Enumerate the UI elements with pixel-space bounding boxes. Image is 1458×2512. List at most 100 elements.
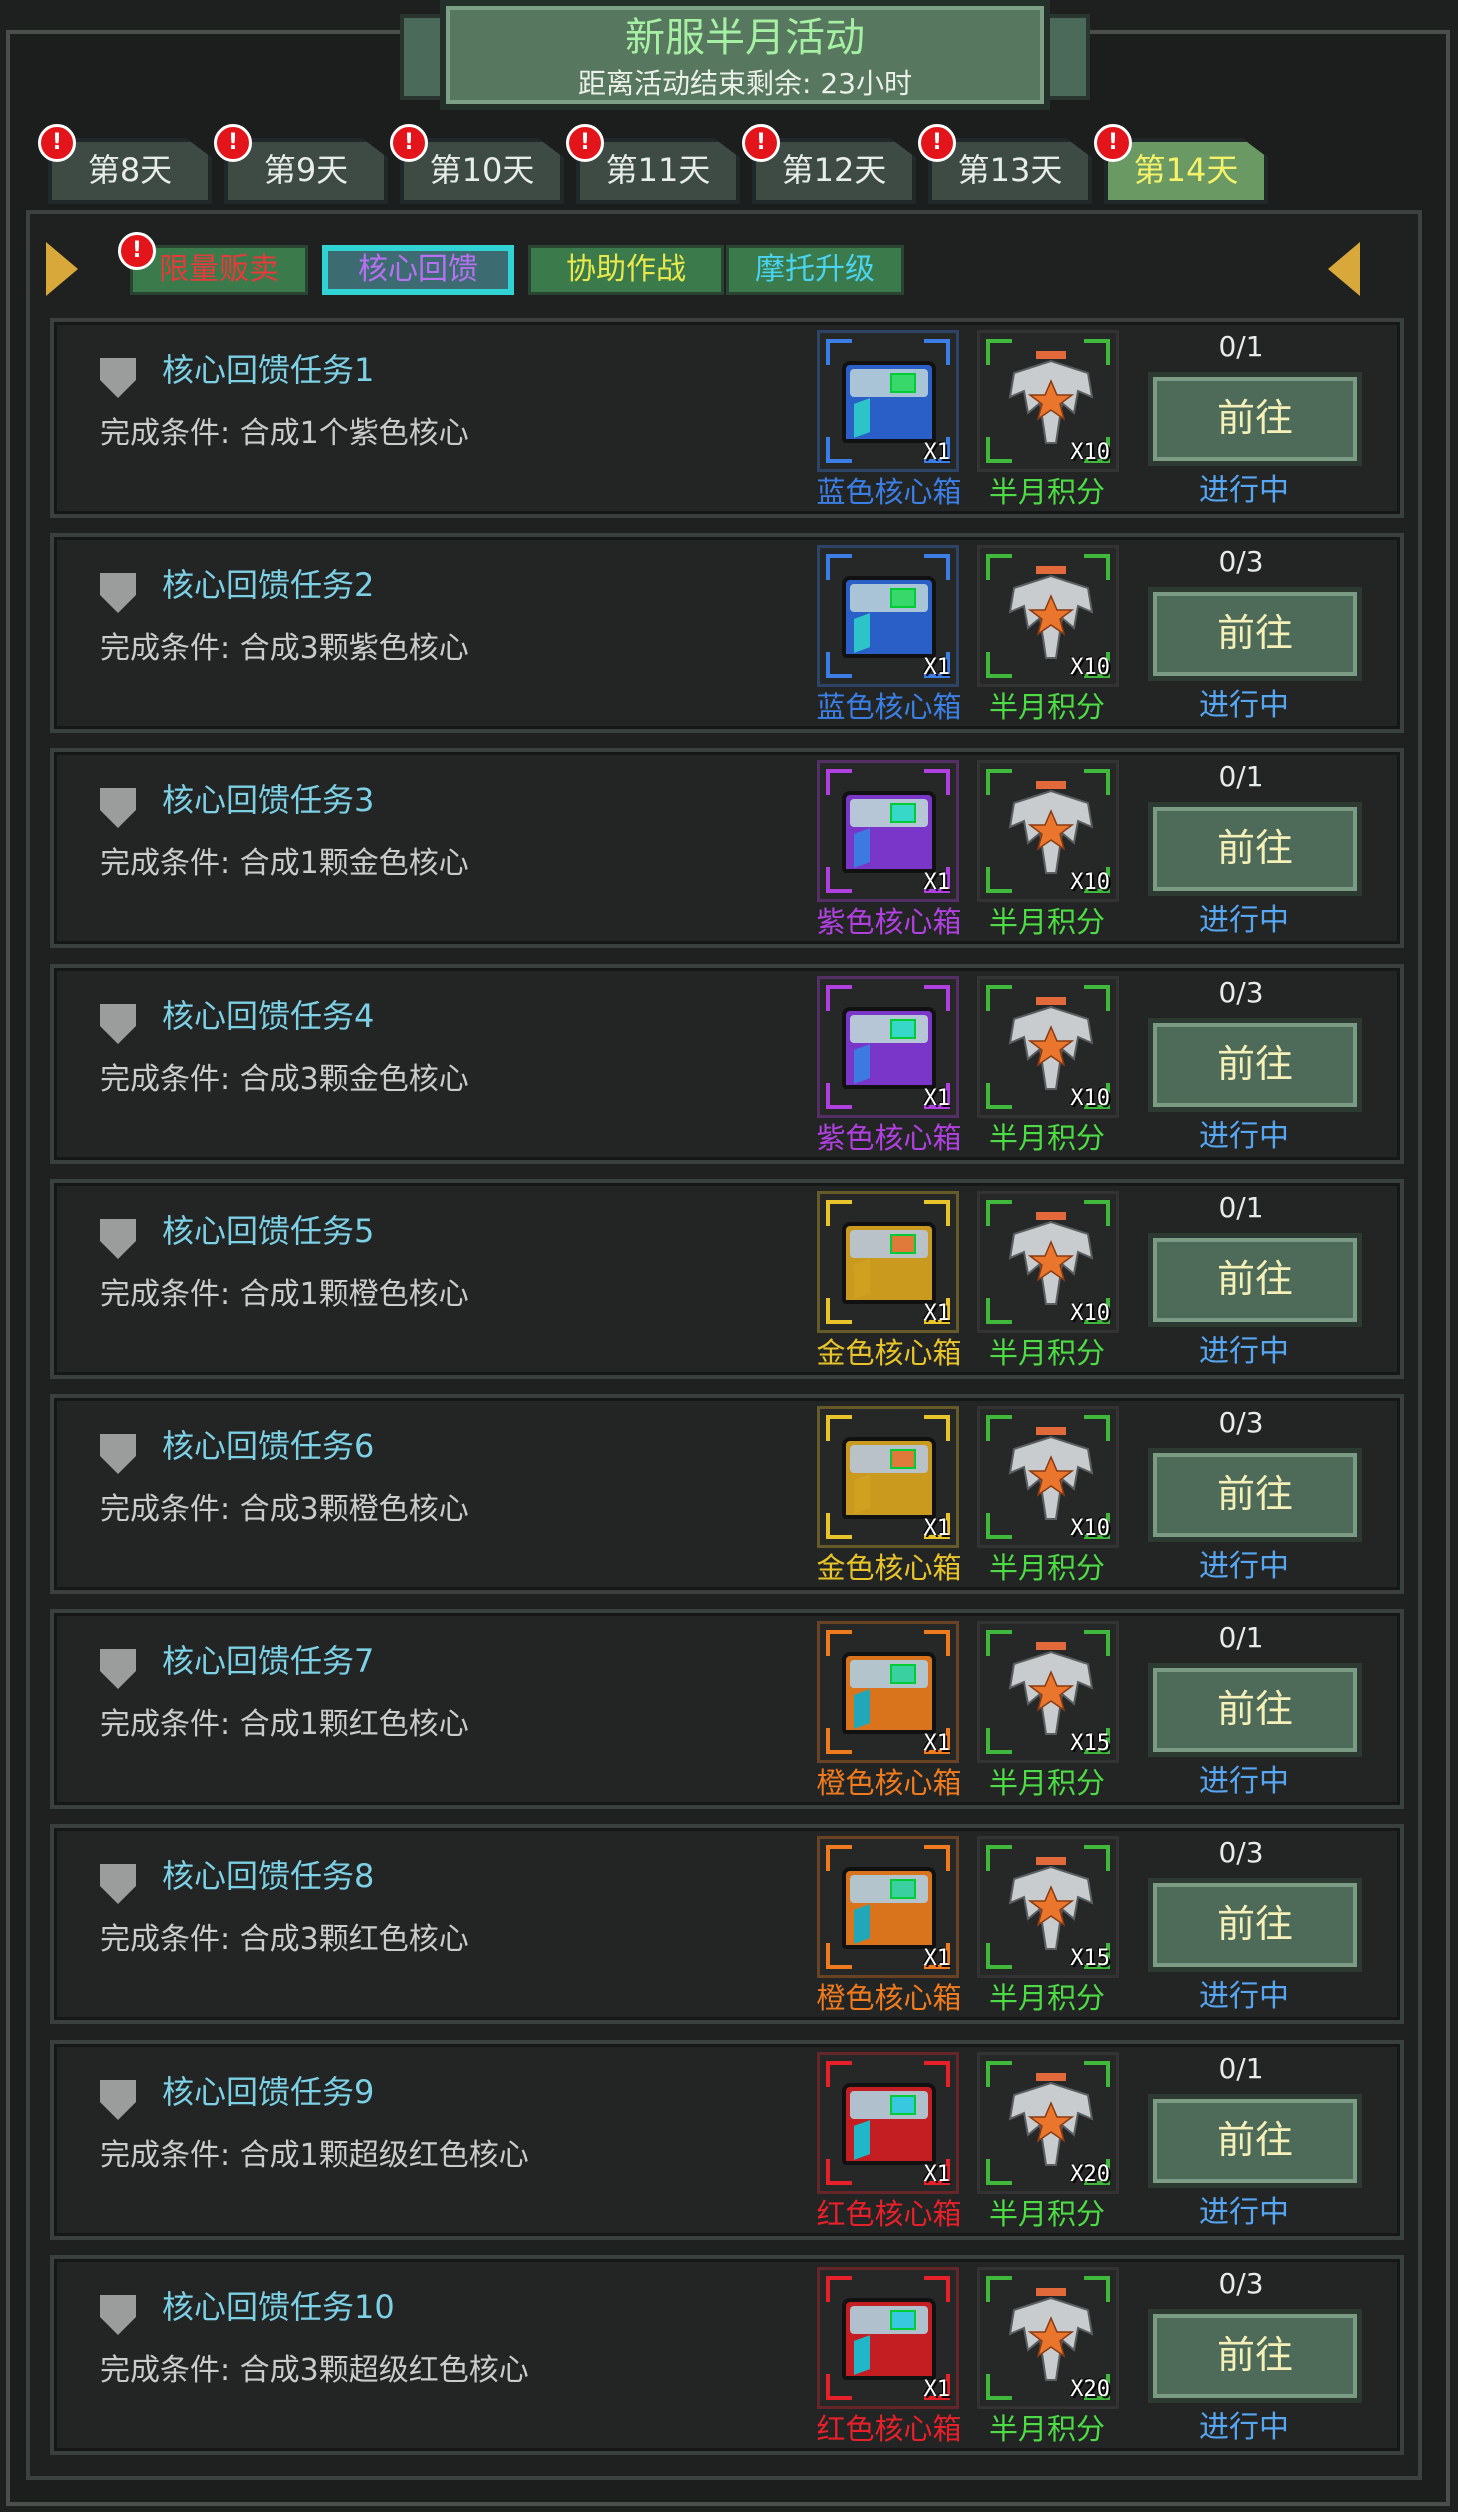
reward-points-label: 半月积分 bbox=[988, 1981, 1105, 2015]
eagle-points-icon bbox=[1008, 997, 1094, 1090]
reward-points-label: 半月积分 bbox=[988, 475, 1105, 509]
task-name: 核心回馈任务9 bbox=[162, 2073, 375, 2111]
alert-icon: ! bbox=[918, 124, 956, 162]
task-condition: 完成条件: 合成1个紫色核心 bbox=[100, 416, 469, 451]
go-button[interactable]: 前往 bbox=[1148, 2094, 1362, 2188]
task-status: 进行中 bbox=[1199, 1334, 1289, 1369]
task-name: 核心回馈任务7 bbox=[162, 1642, 375, 1680]
reward-count: X1 bbox=[923, 440, 951, 465]
shield-icon bbox=[100, 1004, 136, 1044]
reward-points[interactable]: X20 bbox=[977, 2267, 1119, 2409]
reward-core-chest[interactable]: X1 bbox=[817, 1836, 959, 1978]
points-count: X15 bbox=[1070, 1731, 1110, 1756]
reward-points[interactable]: X10 bbox=[977, 330, 1119, 472]
alert-icon: ! bbox=[118, 232, 156, 270]
shield-icon bbox=[100, 2080, 136, 2120]
reward-points[interactable]: X20 bbox=[977, 2052, 1119, 2194]
category-tab-label: 核心回馈 bbox=[358, 252, 478, 287]
task-name: 核心回馈任务4 bbox=[162, 997, 375, 1035]
task-progress: 0/1 bbox=[1218, 1621, 1264, 1654]
day-tab-label: 第11天 bbox=[605, 151, 711, 189]
reward-count: X1 bbox=[923, 2162, 951, 2187]
reward-core-chest[interactable]: X1 bbox=[817, 330, 959, 472]
go-button[interactable]: 前往 bbox=[1148, 1878, 1362, 1972]
go-button[interactable]: 前往 bbox=[1148, 1663, 1362, 1757]
eagle-points-icon bbox=[1008, 566, 1094, 659]
reward-count: X1 bbox=[923, 1086, 951, 1111]
points-count: X20 bbox=[1070, 2377, 1110, 2402]
shield-icon bbox=[100, 1434, 136, 1474]
go-button[interactable]: 前往 bbox=[1148, 372, 1362, 466]
reward-points[interactable]: X15 bbox=[977, 1621, 1119, 1763]
reward-core-chest[interactable]: X1 bbox=[817, 760, 959, 902]
task-condition: 完成条件: 合成3颗橙色核心 bbox=[100, 1492, 469, 1527]
task-condition: 完成条件: 合成3颗金色核心 bbox=[100, 1062, 469, 1097]
reward-points[interactable]: X10 bbox=[977, 545, 1119, 687]
reward-count: X1 bbox=[923, 2377, 951, 2402]
core-chest-icon bbox=[842, 576, 936, 658]
task-progress: 0/1 bbox=[1218, 1191, 1264, 1224]
reward-core-chest[interactable]: X1 bbox=[817, 1406, 959, 1548]
tab-core-feedback[interactable]: 核心回馈 bbox=[322, 245, 514, 295]
go-button[interactable]: 前往 bbox=[1148, 587, 1362, 681]
eagle-points-icon bbox=[1008, 1857, 1094, 1950]
task-status: 进行中 bbox=[1199, 688, 1289, 723]
tab-assist-battle[interactable]: 协助作战 bbox=[528, 245, 724, 295]
reward-points[interactable]: X10 bbox=[977, 760, 1119, 902]
go-button[interactable]: 前往 bbox=[1148, 2309, 1362, 2403]
core-chest-icon bbox=[842, 1007, 936, 1089]
eagle-points-icon bbox=[1008, 1212, 1094, 1305]
task-condition: 完成条件: 合成1颗金色核心 bbox=[100, 846, 469, 881]
task-condition: 完成条件: 合成1颗橙色核心 bbox=[100, 1277, 469, 1312]
triangle-left-icon[interactable] bbox=[1328, 242, 1360, 296]
task-status: 进行中 bbox=[1199, 1979, 1289, 2014]
shield-icon bbox=[100, 1219, 136, 1259]
day-tab-label: 第13天 bbox=[957, 151, 1063, 189]
task-row: 核心回馈任务4 完成条件: 合成3颗金色核心 X1 紫色核心箱 X10 半月积分… bbox=[50, 964, 1404, 1164]
eagle-points-icon bbox=[1008, 781, 1094, 874]
eagle-points-icon bbox=[1008, 351, 1094, 444]
shield-icon bbox=[100, 573, 136, 613]
reward-core-chest[interactable]: X1 bbox=[817, 2267, 959, 2409]
reward-count: X1 bbox=[923, 1731, 951, 1756]
reward-core-chest[interactable]: X1 bbox=[817, 2052, 959, 2194]
reward-chest-label: 蓝色核心箱 bbox=[816, 475, 962, 509]
go-button[interactable]: 前往 bbox=[1148, 1448, 1362, 1542]
reward-core-chest[interactable]: X1 bbox=[817, 976, 959, 1118]
reward-points[interactable]: X10 bbox=[977, 976, 1119, 1118]
task-condition: 完成条件: 合成1颗红色核心 bbox=[100, 1707, 469, 1742]
day-tab-label: 第12天 bbox=[781, 151, 887, 189]
reward-points[interactable]: X10 bbox=[977, 1191, 1119, 1333]
go-button[interactable]: 前往 bbox=[1148, 1018, 1362, 1112]
eagle-points-icon bbox=[1008, 2288, 1094, 2381]
reward-chest-label: 金色核心箱 bbox=[816, 1551, 962, 1585]
triangle-right-icon[interactable] bbox=[46, 242, 78, 296]
reward-points[interactable]: X15 bbox=[977, 1836, 1119, 1978]
go-button[interactable]: 前往 bbox=[1148, 802, 1362, 896]
task-status: 进行中 bbox=[1199, 903, 1289, 938]
tab-moto-upgrade[interactable]: 摩托升级 bbox=[726, 245, 904, 295]
day-tab-label: 第14天 bbox=[1133, 151, 1239, 189]
core-chest-icon bbox=[842, 791, 936, 873]
points-count: X10 bbox=[1070, 440, 1110, 465]
reward-core-chest[interactable]: X1 bbox=[817, 1191, 959, 1333]
tab-limited-sale[interactable]: 限量贩卖 bbox=[130, 245, 308, 295]
task-progress: 0/3 bbox=[1218, 2267, 1264, 2300]
task-row: 核心回馈任务7 完成条件: 合成1颗红色核心 X1 橙色核心箱 X15 半月积分… bbox=[50, 1609, 1404, 1809]
reward-chest-label: 红色核心箱 bbox=[816, 2412, 962, 2446]
shield-icon bbox=[100, 358, 136, 398]
reward-core-chest[interactable]: X1 bbox=[817, 1621, 959, 1763]
reward-points-label: 半月积分 bbox=[988, 690, 1105, 724]
core-chest-icon bbox=[842, 1652, 936, 1734]
core-chest-icon bbox=[842, 1222, 936, 1304]
reward-points[interactable]: X10 bbox=[977, 1406, 1119, 1548]
alert-icon: ! bbox=[390, 124, 428, 162]
eagle-points-icon bbox=[1008, 1427, 1094, 1520]
reward-points-label: 半月积分 bbox=[988, 2197, 1105, 2231]
reward-core-chest[interactable]: X1 bbox=[817, 545, 959, 687]
task-name: 核心回馈任务3 bbox=[162, 781, 375, 819]
task-name: 核心回馈任务10 bbox=[162, 2288, 395, 2326]
reward-count: X1 bbox=[923, 1516, 951, 1541]
go-button[interactable]: 前往 bbox=[1148, 1233, 1362, 1327]
day-tab-label: 第10天 bbox=[429, 151, 535, 189]
